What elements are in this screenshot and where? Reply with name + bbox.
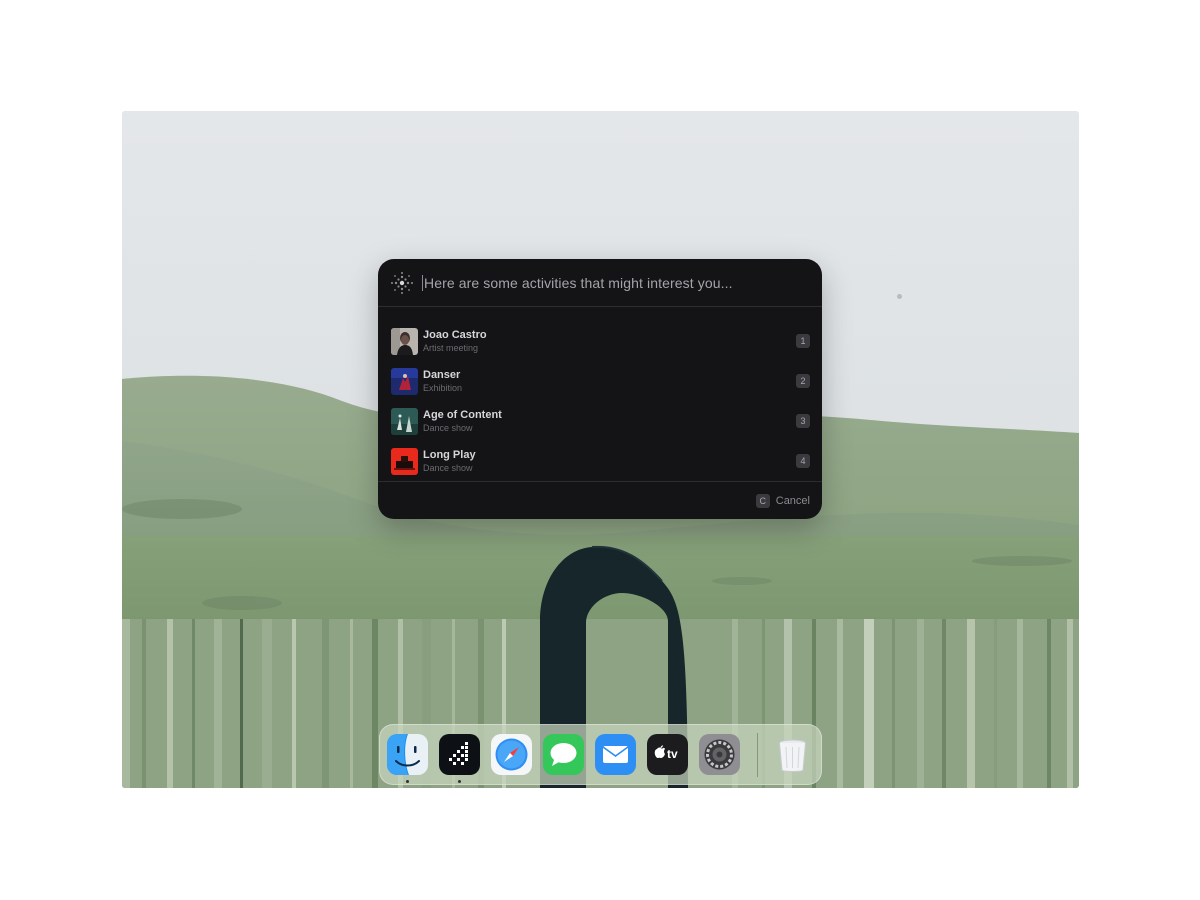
result-item-long-play[interactable]: Long Play Dance show 4: [378, 441, 822, 481]
finder-icon[interactable]: [387, 734, 428, 775]
cancel-shortcut-badge: C: [755, 493, 770, 508]
messages-icon[interactable]: [543, 734, 584, 775]
shortcut-badge: 3: [796, 414, 810, 428]
result-subtitle: Exhibition: [423, 382, 463, 393]
dock-separator: [757, 733, 758, 777]
shortcut-badge: 1: [796, 334, 810, 348]
apple-tv-label: tv: [667, 747, 678, 761]
result-title: Long Play: [423, 448, 476, 461]
sparkle-icon: [390, 271, 414, 295]
result-subtitle: Dance show: [423, 422, 473, 433]
cancel-button[interactable]: Cancel: [776, 495, 810, 507]
suggestions-popup: Here are some activities that might inte…: [378, 259, 822, 519]
dance-show-thumbnail: [391, 447, 418, 475]
result-subtitle: Dance show: [423, 462, 473, 473]
mail-icon[interactable]: [595, 734, 636, 775]
shortcut-badge: 4: [796, 454, 810, 468]
result-subtitle: Artist meeting: [423, 342, 479, 353]
system-settings-icon[interactable]: [699, 734, 740, 775]
result-title: Age of Content: [423, 408, 502, 421]
result-title: Danser: [423, 368, 461, 381]
results-list: Joao Castro Artist meeting 1 Danser Exhi…: [378, 307, 822, 481]
artist-photo-thumbnail: [391, 327, 418, 355]
apple-tv-icon[interactable]: tv: [647, 734, 688, 775]
running-indicator: [406, 780, 409, 783]
dance-show-thumbnail: [391, 407, 418, 435]
popup-footer: C Cancel: [378, 481, 822, 519]
popup-header: Here are some activities that might inte…: [378, 259, 822, 307]
prompt-text[interactable]: Here are some activities that might inte…: [424, 275, 733, 291]
sky-speck: [897, 294, 902, 299]
result-item-age-of-content[interactable]: Age of Content Dance show 3: [378, 401, 822, 441]
trash-icon[interactable]: [772, 734, 813, 775]
shortcut-badge: 2: [796, 374, 810, 388]
safari-icon[interactable]: [491, 734, 532, 775]
result-title: Joao Castro: [423, 328, 487, 341]
dock: tv: [379, 724, 822, 785]
running-indicator: [458, 780, 461, 783]
text-cursor: [422, 274, 423, 291]
exhibition-thumbnail: [391, 367, 418, 395]
custom-app-icon[interactable]: [439, 734, 480, 775]
result-item-joao-castro[interactable]: Joao Castro Artist meeting 1: [378, 321, 822, 361]
result-item-danser[interactable]: Danser Exhibition 2: [378, 361, 822, 401]
